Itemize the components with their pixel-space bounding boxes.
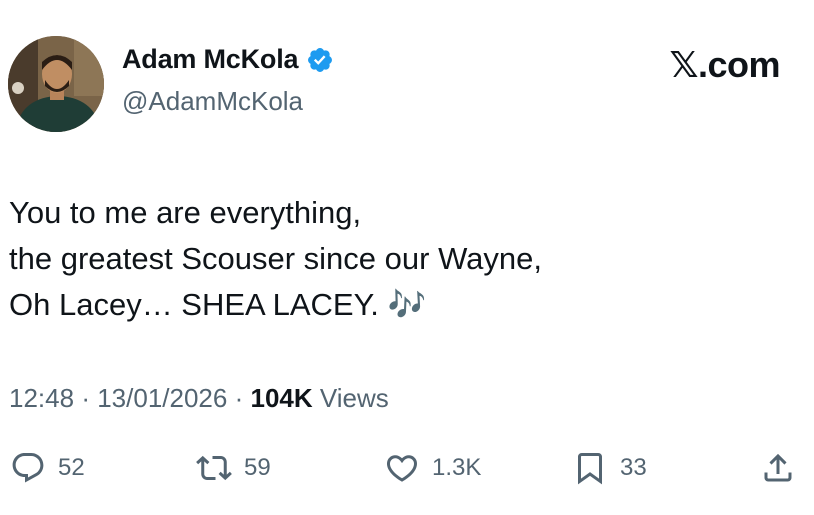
verified-badge-icon — [306, 46, 334, 74]
like-icon — [386, 455, 418, 482]
repost-icon — [196, 455, 232, 481]
tweet-line: the greatest Scouser since our Wayne, — [9, 241, 543, 276]
tweet-text: You to me are everything, the greatest S… — [9, 190, 542, 328]
bookmark-icon — [578, 453, 602, 485]
bookmark-count: 33 — [620, 454, 647, 481]
share-button[interactable] — [760, 450, 796, 486]
bookmark-button[interactable]: 33 — [572, 450, 647, 486]
share-icon — [764, 453, 792, 482]
repost-count: 59 — [244, 454, 271, 481]
like-count: 1.3K — [432, 454, 482, 481]
views-count: 104K — [250, 383, 313, 413]
tweet-line: Oh Lacey… SHEA LACEY. 🎶 — [9, 287, 427, 322]
tweet-line: You to me are everything, — [9, 195, 362, 230]
like-button[interactable]: 1.3K — [384, 450, 481, 486]
author-handle[interactable]: @AdamMcKola — [122, 86, 303, 117]
author-avatar[interactable] — [8, 36, 104, 132]
repost-button[interactable]: 59 — [196, 450, 271, 486]
reply-count: 52 — [58, 454, 85, 481]
action-bar: 52 59 1.3K 33 — [0, 450, 814, 490]
meta-separator: · — [234, 383, 244, 413]
reply-button[interactable]: 52 — [10, 450, 85, 486]
meta-separator: · — [81, 383, 90, 413]
x-logo-icon: 𝕏 — [669, 45, 698, 86]
author-name[interactable]: Adam McKola — [122, 44, 299, 75]
reply-icon — [12, 453, 44, 483]
views-label: Views — [319, 383, 389, 413]
brand-logo: 𝕏 .com — [669, 44, 780, 86]
tweet-meta: 12:48 · 13/01/2026 · 104K Views — [9, 383, 389, 414]
tweet-date[interactable]: 13/01/2026 — [97, 383, 227, 413]
brand-suffix: .com — [697, 44, 781, 85]
tweet-time[interactable]: 12:48 — [9, 383, 74, 413]
